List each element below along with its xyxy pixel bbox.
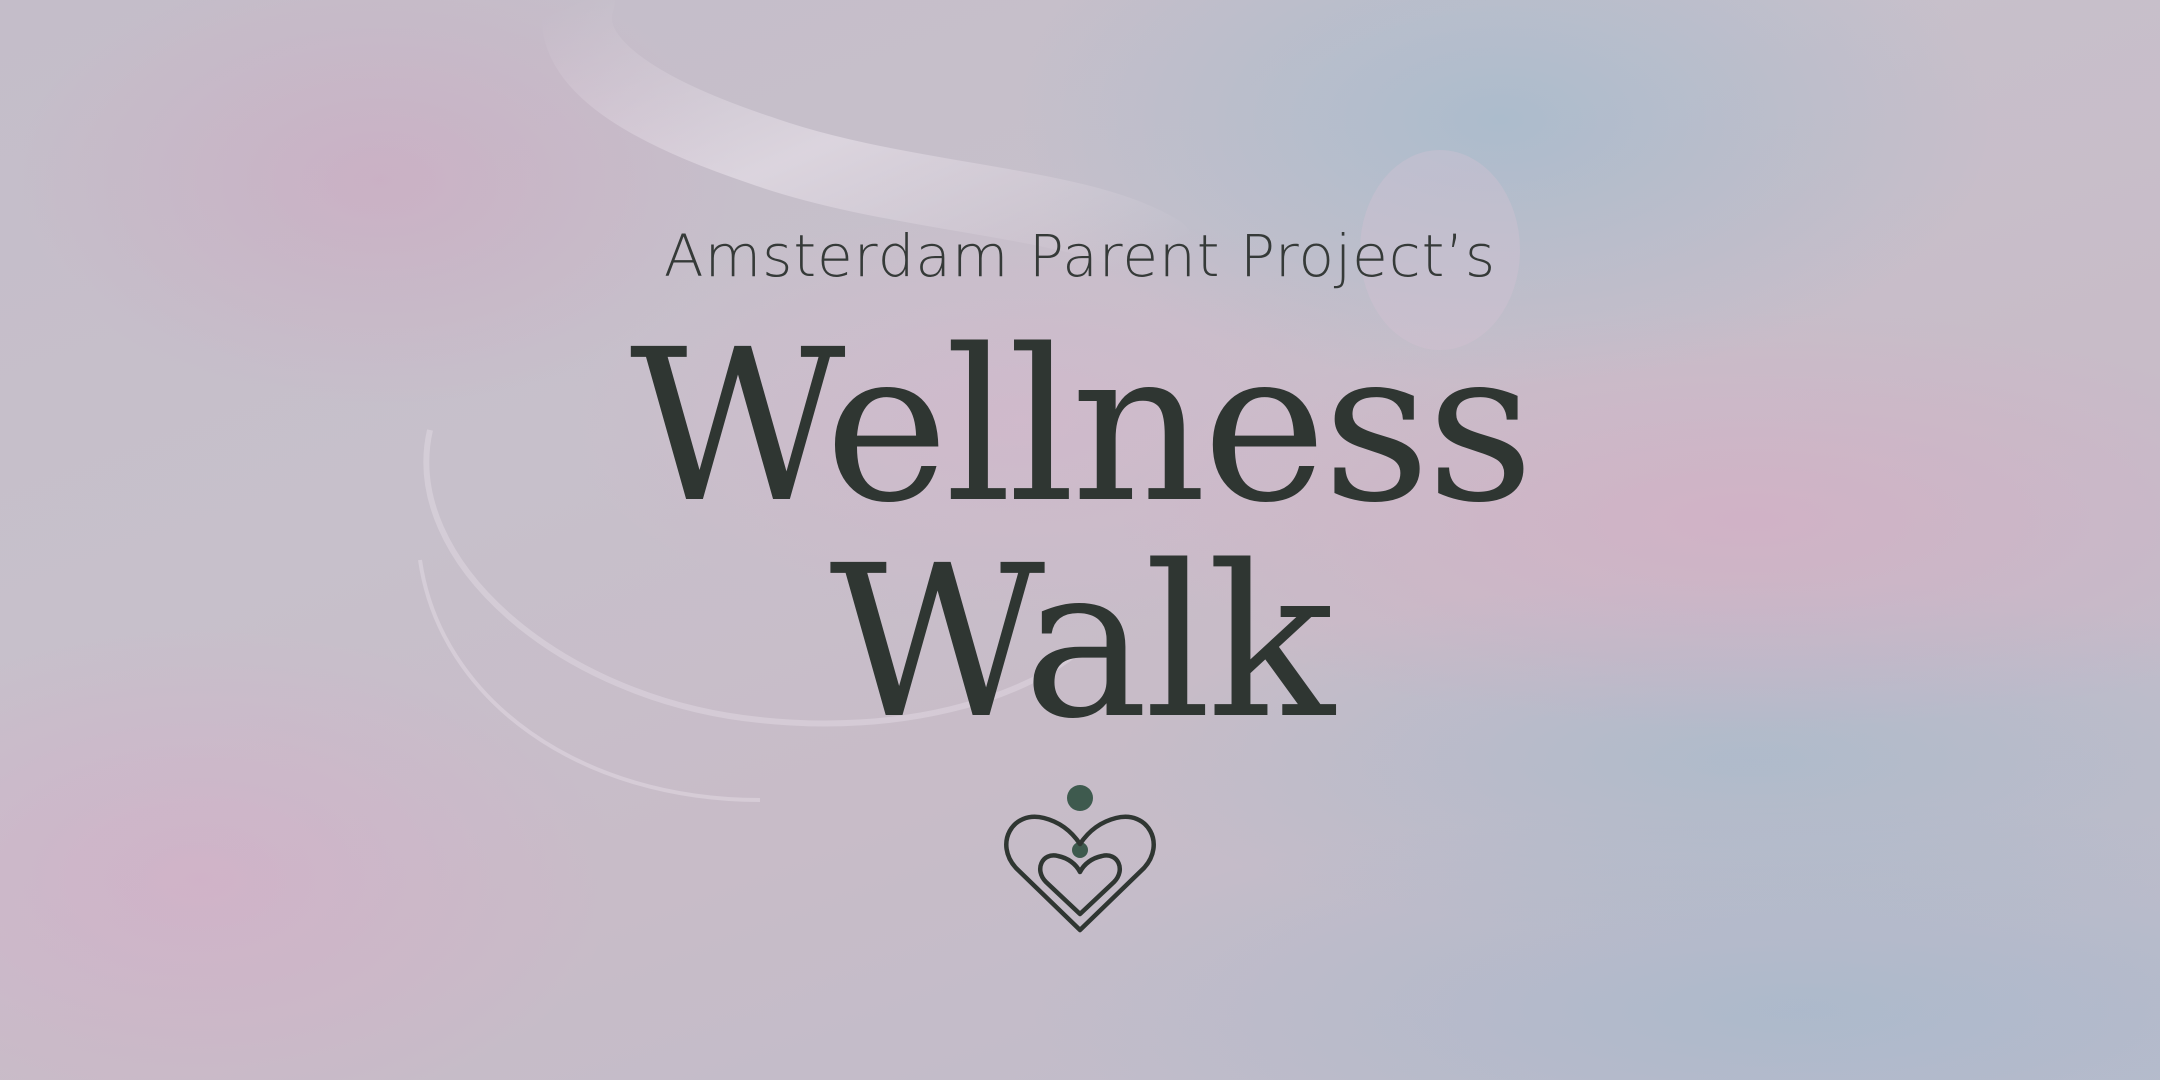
heart-family-icon [1004,785,1156,933]
subtitle: Amsterdam Parent Project’s [663,222,1497,290]
title-line-2: Walk [829,520,1334,765]
title-line-1: Wellness [629,304,1534,549]
poster: Amsterdam Parent Project’s Wellness Walk [0,0,2160,1080]
